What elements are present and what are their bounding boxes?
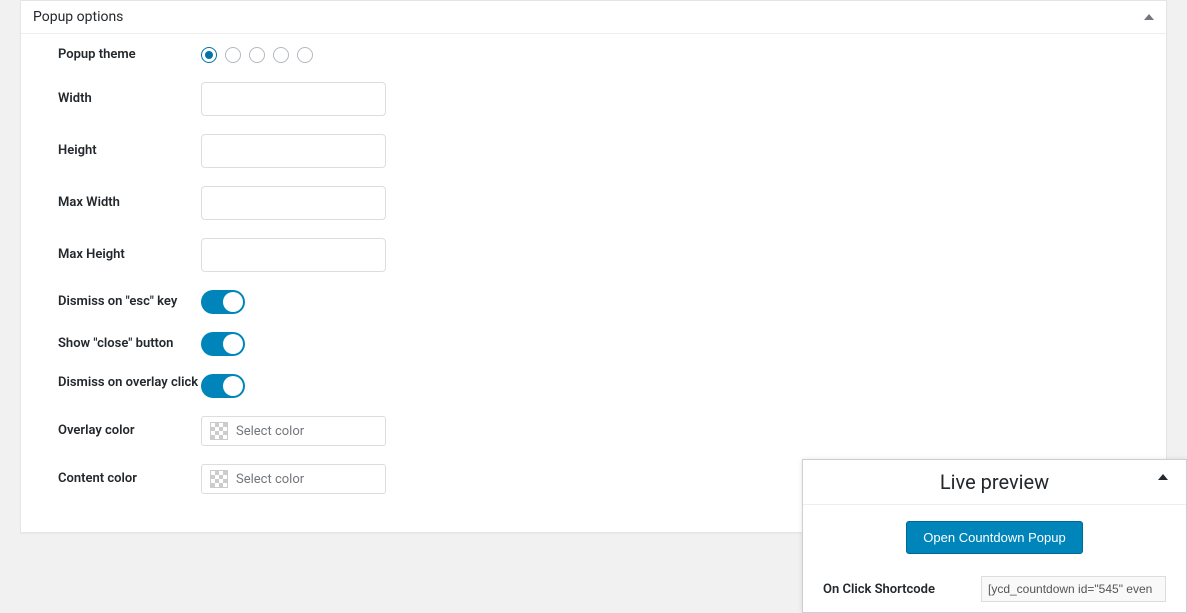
- live-preview-header[interactable]: Live preview: [803, 460, 1186, 505]
- label-content-color: Content color: [36, 470, 201, 488]
- label-dismiss-overlay: Dismiss on overlay click: [36, 374, 201, 392]
- shortcode-input[interactable]: [981, 576, 1166, 602]
- label-dismiss-esc: Dismiss on "esc" key: [36, 293, 201, 311]
- row-dismiss-overlay: Dismiss on overlay click: [36, 374, 1151, 398]
- panel-header[interactable]: Popup options: [21, 1, 1166, 34]
- chevron-up-icon: [1144, 14, 1154, 20]
- row-max-height: Max Height: [36, 238, 1151, 272]
- toggle-dismiss-esc[interactable]: [201, 290, 245, 314]
- checker-icon: [210, 470, 228, 488]
- chevron-up-icon: [1158, 474, 1168, 480]
- label-overlay-color: Overlay color: [36, 422, 201, 440]
- panel-body: Popup theme Width Height Max Width: [21, 34, 1166, 532]
- content-color-placeholder: Select color: [236, 472, 304, 487]
- theme-radio-4[interactable]: [273, 47, 289, 63]
- label-show-close: Show "close" button: [36, 335, 201, 353]
- row-width: Width: [36, 82, 1151, 116]
- live-preview-body: Open Countdown Popup On Click Shortcode: [803, 505, 1186, 612]
- content-color-picker[interactable]: Select color: [201, 464, 386, 494]
- shortcode-label: On Click Shortcode: [823, 582, 935, 597]
- open-countdown-popup-button[interactable]: Open Countdown Popup: [906, 521, 1082, 554]
- height-input[interactable]: [201, 134, 386, 168]
- label-width: Width: [36, 90, 201, 108]
- popup-theme-radios: [201, 47, 313, 63]
- label-max-width: Max Width: [36, 194, 201, 212]
- row-overlay-color: Overlay color Select color: [36, 416, 1151, 446]
- overlay-color-placeholder: Select color: [236, 424, 304, 439]
- row-show-close: Show "close" button: [36, 332, 1151, 356]
- row-dismiss-esc: Dismiss on "esc" key: [36, 290, 1151, 314]
- checker-icon: [210, 422, 228, 440]
- shortcode-row: On Click Shortcode: [823, 576, 1166, 602]
- theme-radio-1[interactable]: [201, 47, 217, 63]
- row-max-width: Max Width: [36, 186, 1151, 220]
- overlay-color-picker[interactable]: Select color: [201, 416, 386, 446]
- max-height-input[interactable]: [201, 238, 386, 272]
- toggle-show-close[interactable]: [201, 332, 245, 356]
- max-width-input[interactable]: [201, 186, 386, 220]
- popup-options-panel: Popup options Popup theme Width Height: [20, 0, 1167, 533]
- row-popup-theme: Popup theme: [36, 46, 1151, 64]
- label-popup-theme: Popup theme: [36, 46, 201, 64]
- toggle-dismiss-overlay[interactable]: [201, 374, 245, 398]
- panel-title: Popup options: [33, 9, 123, 25]
- theme-radio-5[interactable]: [297, 47, 313, 63]
- width-input[interactable]: [201, 82, 386, 116]
- live-preview-title: Live preview: [940, 470, 1049, 494]
- label-max-height: Max Height: [36, 246, 201, 264]
- row-height: Height: [36, 134, 1151, 168]
- live-preview-panel: Live preview Open Countdown Popup On Cli…: [802, 459, 1187, 613]
- label-height: Height: [36, 142, 201, 160]
- theme-radio-2[interactable]: [225, 47, 241, 63]
- theme-radio-3[interactable]: [249, 47, 265, 63]
